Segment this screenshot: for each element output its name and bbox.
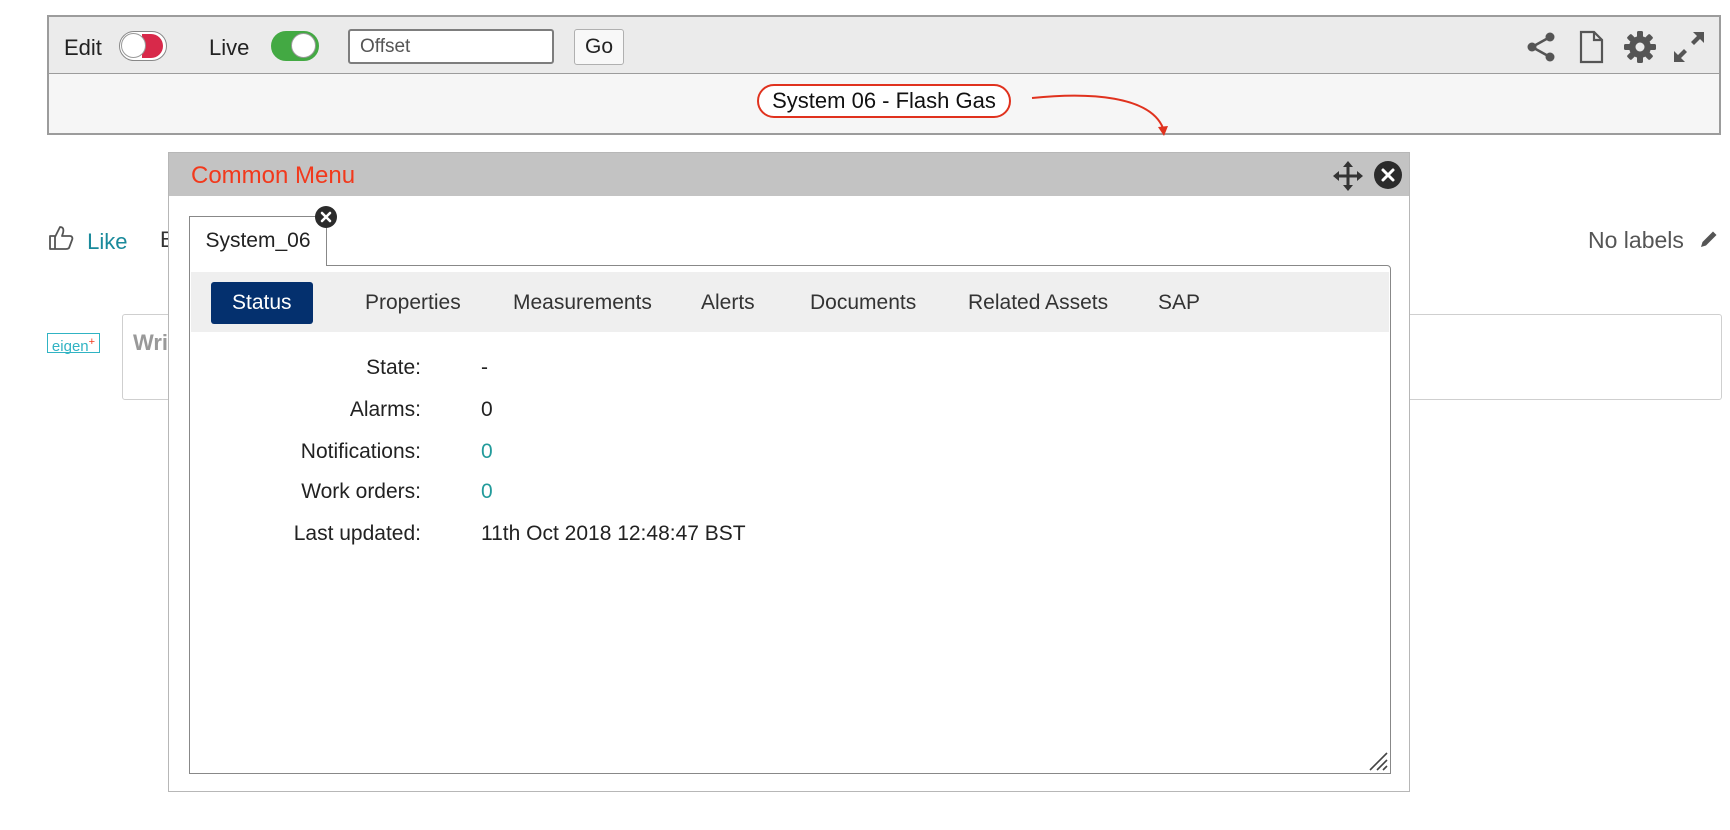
logo-plus: + [88,336,96,348]
work-orders-value[interactable]: 0 [481,480,493,504]
go-button[interactable]: Go [574,29,624,65]
labels-area: No labels [1588,227,1720,254]
work-orders-label: Work orders: [301,480,421,503]
offset-input[interactable] [348,29,554,64]
last-updated-label: Last updated: [293,522,421,545]
live-toggle[interactable] [271,31,319,61]
tab-related-assets[interactable]: Related Assets [947,282,1129,324]
logo-text: eigen [51,338,89,355]
pencil-icon[interactable] [1698,228,1720,250]
document-icon[interactable] [1573,29,1609,65]
modal-title: Common Menu [191,162,356,189]
tab-alerts[interactable]: Alerts [680,282,776,324]
tab-properties[interactable]: Properties [344,282,482,324]
like-button[interactable]: Like [47,224,127,255]
tab-status[interactable]: Status [211,282,313,324]
tab-measurements[interactable]: Measurements [492,282,673,324]
close-icon[interactable] [1373,160,1403,190]
notifications-label: Notifications: [300,440,421,463]
expand-icon[interactable] [1671,29,1707,65]
state-label: State: [366,356,421,379]
thumbs-up-icon [49,226,74,250]
move-icon[interactable] [1333,161,1363,191]
alarms-value: 0 [481,398,493,421]
content-frame: Status Properties Measurements Alerts Do… [189,265,1391,774]
system-title[interactable]: System 06 - Flash Gas [757,84,1011,118]
common-menu-modal: Common Menu Status Properties Measuremen… [168,152,1410,792]
live-label: Live [209,35,250,60]
gear-icon[interactable] [1622,29,1658,65]
connector-arrow [1031,94,1168,136]
live-toggle-knob [291,33,316,58]
edit-toggle-knob [121,33,146,58]
like-label: Like [87,229,128,254]
top-toolbar: Edit Live Go [47,15,1721,75]
asset-tab-system-06[interactable]: System_06 [189,216,327,266]
tab-documents[interactable]: Documents [789,282,937,324]
no-labels-text: No labels [1588,227,1684,253]
tab-sap[interactable]: SAP [1137,282,1221,324]
asset-tab-close-icon[interactable] [314,205,338,229]
last-updated-value: 11th Oct 2018 12:48:47 BST [481,522,746,545]
eigen-logo: eigen+ [47,333,100,355]
resize-grip-icon[interactable] [1366,749,1388,771]
modal-header[interactable]: Common Menu [169,153,1409,196]
notifications-value[interactable]: 0 [481,440,493,464]
nav-bar: Status Properties Measurements Alerts Do… [191,272,1389,332]
state-value: - [481,356,488,379]
edit-label: Edit [64,35,102,60]
share-icon[interactable] [1523,29,1559,65]
edit-toggle[interactable] [119,31,167,61]
alarms-label: Alarms: [349,398,421,421]
